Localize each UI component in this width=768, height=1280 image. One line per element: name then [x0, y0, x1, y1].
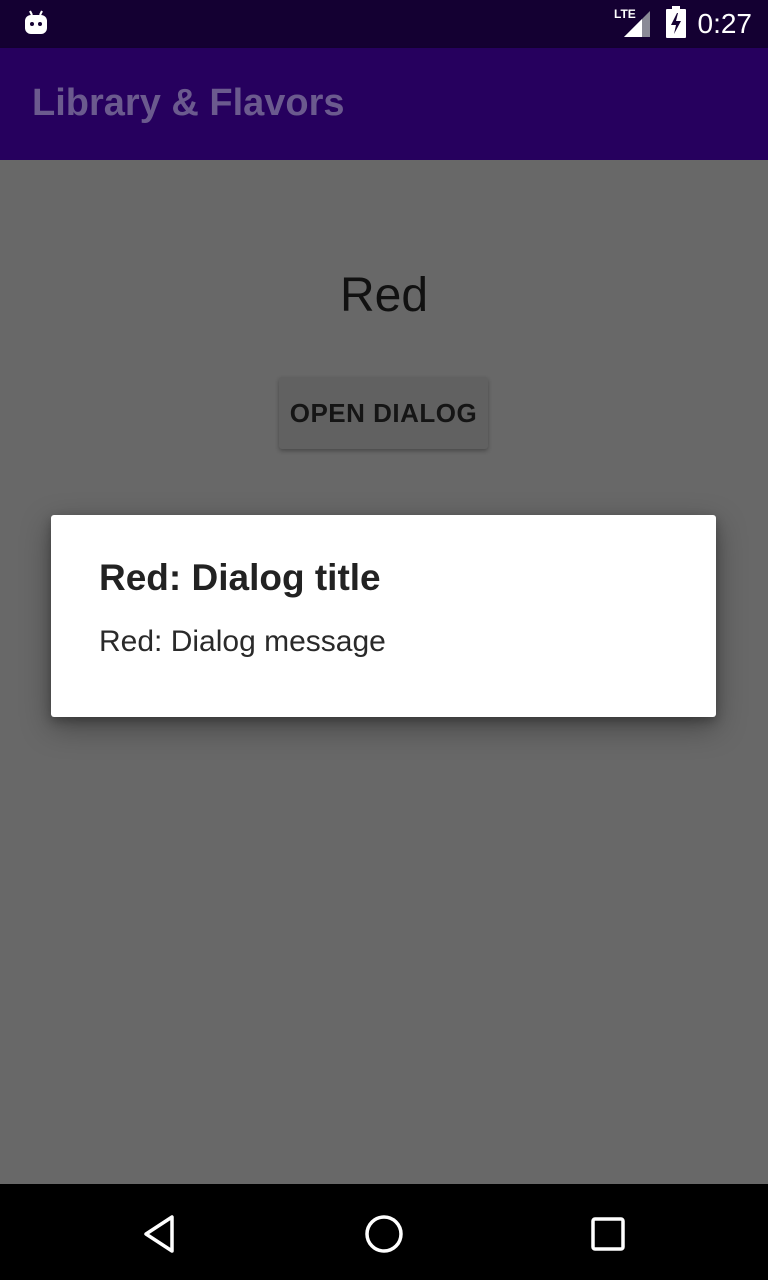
android-debug-icon [24, 10, 48, 41]
app-title: Library & Flavors [32, 82, 345, 124]
open-dialog-button[interactable]: OPEN DIALOG [279, 377, 488, 449]
status-time: 0:27 [697, 8, 753, 39]
status-icons: LTE 0:27 [614, 0, 753, 48]
dialog-title: Red: Dialog title [99, 557, 381, 598]
battery-charging-icon [665, 5, 686, 43]
dialog: Red: Dialog title Red: Dialog message [51, 515, 716, 717]
home-icon[interactable] [362, 1212, 406, 1256]
svg-text:LTE: LTE [614, 7, 636, 21]
screen: LTE 0:27 Library & Flavors Red OPEN DIAL… [0, 0, 768, 1280]
status-bar: LTE 0:27 [0, 0, 768, 48]
app-bar: Library & Flavors [0, 48, 768, 160]
dialog-message: Red: Dialog message [99, 625, 386, 658]
flavor-label: Red [339, 269, 429, 322]
lte-signal-icon: LTE [614, 5, 654, 44]
back-icon[interactable] [138, 1212, 182, 1256]
navigation-bar [0, 1184, 768, 1280]
recents-icon[interactable] [586, 1212, 630, 1256]
